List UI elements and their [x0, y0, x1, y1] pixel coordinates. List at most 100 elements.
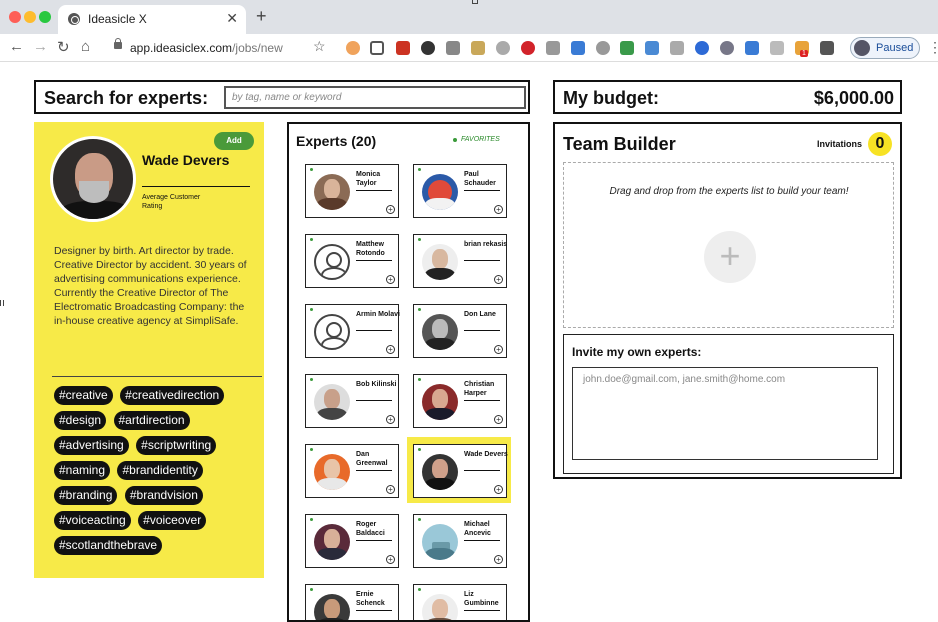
extension-icon-5[interactable] [446, 41, 460, 55]
experts-panel: Experts (20) FAVORITES Monica Taylor + P… [287, 122, 530, 622]
expert-card[interactable]: Don Lane + [413, 304, 507, 358]
extension-icon-6[interactable] [471, 41, 485, 55]
add-expert-button[interactable]: Add [214, 132, 254, 150]
expert-card[interactable]: Paul Schauder + [413, 164, 507, 218]
expert-card[interactable]: Wade Devers + [413, 444, 508, 498]
extension-icon-9[interactable] [546, 41, 560, 55]
address-bar[interactable]: app.ideasiclex.com/jobs/new [108, 37, 336, 58]
expert-card[interactable]: Matthew Rotondo + [305, 234, 399, 288]
expert-avatar [422, 524, 458, 560]
extension-icon-16[interactable] [720, 41, 734, 55]
extension-icon-1[interactable] [346, 41, 360, 55]
expert-card[interactable]: Bob Kilinski + [305, 374, 399, 428]
extension-icon-10[interactable] [571, 41, 585, 55]
name-underline [356, 400, 392, 401]
tag-chip[interactable]: #scriptwriting [136, 436, 217, 455]
name-underline [356, 330, 392, 331]
browser-menu-icon[interactable]: ⋮ [928, 39, 938, 56]
name-underline [464, 330, 500, 331]
add-circle-icon[interactable]: + [386, 205, 395, 214]
back-arrow-icon[interactable]: ← [9, 38, 24, 55]
expert-card[interactable]: brian rekasis + [413, 234, 507, 288]
expert-avatar [422, 174, 458, 210]
add-circle-icon[interactable]: + [386, 275, 395, 284]
add-circle-icon[interactable]: + [386, 555, 395, 564]
add-circle-icon[interactable]: + [494, 345, 503, 354]
tag-chip[interactable]: #creativedirection [120, 386, 225, 405]
status-dot-icon [418, 238, 421, 241]
bookmark-star-icon[interactable]: ☆ [313, 38, 326, 55]
tag-chip[interactable]: #voiceover [138, 511, 207, 530]
home-icon[interactable]: ⌂ [81, 38, 90, 55]
expert-name: Christian Harper [464, 381, 495, 397]
default-user-icon [314, 244, 350, 280]
profile-button[interactable]: Paused [850, 37, 920, 59]
extension-icon-18[interactable] [770, 41, 784, 55]
add-circle-icon[interactable]: + [494, 275, 503, 284]
extension-icon-14[interactable] [670, 41, 684, 55]
add-member-plus-icon[interactable]: + [704, 231, 756, 283]
add-circle-icon[interactable]: + [386, 415, 395, 424]
favorites-filter[interactable]: FAVORITES [461, 136, 500, 143]
add-circle-icon[interactable]: + [494, 485, 503, 494]
status-dot-icon [418, 378, 421, 381]
extension-icon-7[interactable] [496, 41, 510, 55]
expert-card[interactable]: Ernie Schenck [305, 584, 399, 620]
add-circle-icon[interactable]: + [494, 415, 503, 424]
tag-chip[interactable]: #creative [54, 386, 113, 405]
tab-close-icon[interactable]: ✕ [226, 10, 238, 27]
add-circle-icon[interactable]: + [386, 345, 395, 354]
tag-chip[interactable]: #scotlandthebrave [54, 536, 163, 555]
extension-icon-17[interactable] [745, 41, 759, 55]
expert-name: Don Lane [464, 311, 496, 318]
status-dot-icon [418, 448, 421, 451]
name-underline [464, 260, 500, 261]
extension-icon-2[interactable] [370, 41, 384, 55]
extension-icon-11[interactable] [596, 41, 610, 55]
tag-chip[interactable]: #brandidentity [117, 461, 203, 480]
extension-icon-20[interactable] [820, 41, 834, 55]
search-input[interactable] [224, 86, 526, 109]
team-builder-panel: Team Builder Invitations 0 Drag and drop… [553, 122, 902, 479]
tag-chip[interactable]: #brandvision [124, 486, 203, 505]
browser-tab[interactable]: Ideasicle X ✕ [58, 5, 246, 34]
status-dot-icon [310, 308, 313, 311]
expert-card[interactable]: Liz Gumbinne [413, 584, 507, 620]
add-circle-icon[interactable]: + [494, 555, 503, 564]
extension-icon-15[interactable] [695, 41, 709, 55]
expert-profile-photo [50, 136, 136, 222]
forward-arrow-icon[interactable]: → [33, 38, 48, 55]
reload-icon[interactable]: ↻ [57, 38, 70, 56]
profile-divider [52, 376, 262, 377]
tag-chip[interactable]: #branding [54, 486, 118, 505]
tag-chip[interactable]: #advertising [54, 436, 129, 455]
invite-emails-input[interactable] [572, 367, 878, 460]
expert-card[interactable]: Armin Molavi + [305, 304, 400, 358]
pinterest-icon[interactable] [521, 41, 535, 55]
extension-icon-12[interactable] [620, 41, 634, 55]
profile-avatar [854, 40, 870, 56]
default-user-icon [314, 314, 350, 350]
tag-chip[interactable]: #naming [54, 461, 111, 480]
invite-experts-label: Invite my own experts: [572, 345, 702, 359]
extension-icon-3[interactable] [396, 41, 410, 55]
extension-icon-4[interactable] [421, 41, 435, 55]
team-drop-zone[interactable]: Drag and drop from the experts list to b… [563, 162, 894, 328]
add-circle-icon[interactable]: + [386, 485, 395, 494]
tag-chip[interactable]: #design [54, 411, 107, 430]
budget-label: My budget: [563, 88, 659, 108]
minimize-window-button[interactable] [24, 11, 36, 23]
expert-card[interactable]: Michael Ancevic + [413, 514, 507, 568]
expert-card[interactable]: Dan Greenwal + [305, 444, 399, 498]
expert-card[interactable]: Monica Taylor + [305, 164, 399, 218]
tag-chip[interactable]: #voiceacting [54, 511, 131, 530]
close-window-button[interactable] [9, 11, 21, 23]
new-tab-button[interactable]: + [256, 6, 267, 27]
expert-card[interactable]: Christian Harper + [413, 374, 507, 428]
expert-avatar [314, 174, 350, 210]
maximize-window-button[interactable] [39, 11, 51, 23]
expert-card[interactable]: Roger Baldacci + [305, 514, 399, 568]
add-circle-icon[interactable]: + [494, 205, 503, 214]
extension-icon-13[interactable] [645, 41, 659, 55]
tag-chip[interactable]: #artdirection [113, 411, 190, 430]
